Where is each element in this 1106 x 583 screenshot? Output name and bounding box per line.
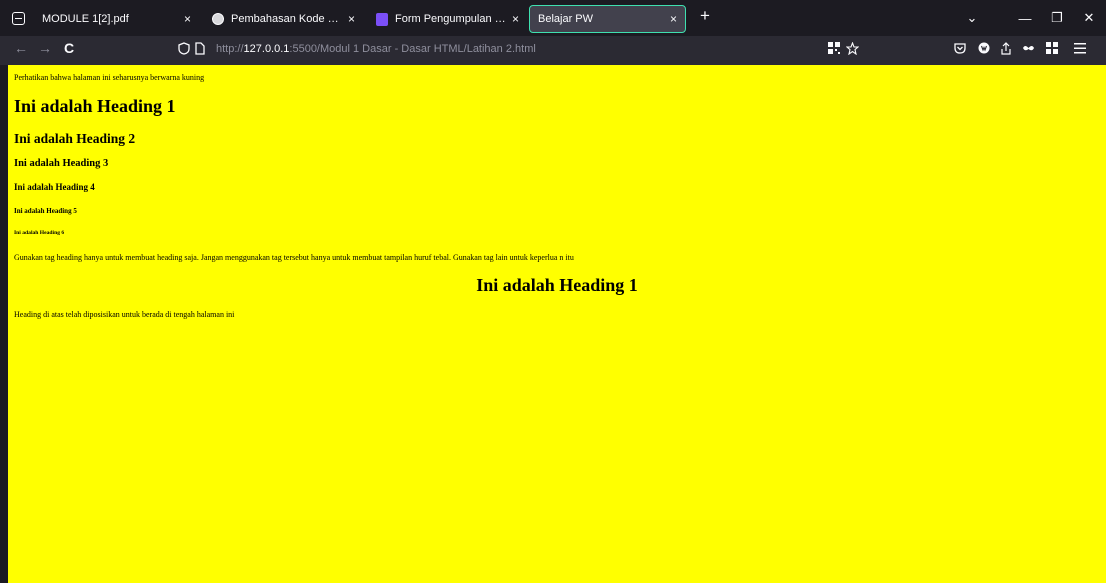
tab-form-pengumpulan[interactable]: Form Pengumpulan Modul 1 P... × — [367, 5, 527, 33]
close-tab-icon[interactable]: × — [512, 12, 519, 26]
url-host: 127.0.0.1 — [243, 43, 290, 55]
note-text: Gunakan tag heading hanya untuk membuat … — [14, 253, 574, 262]
close-tab-icon[interactable]: × — [348, 12, 355, 26]
back-button[interactable]: ← — [14, 40, 28, 56]
share-icon[interactable] — [1000, 42, 1012, 58]
tab-label: Belajar PW — [538, 13, 594, 25]
tab-bar: MODULE 1[2].pdf × Pembahasan Kode HTML ×… — [0, 0, 1106, 36]
minimize-button[interactable]: — — [1010, 0, 1040, 36]
footer-note-text: Heading di atas telah diposisikan untuk … — [14, 310, 235, 319]
restore-button[interactable]: ❐ — [1042, 0, 1072, 36]
url-bar[interactable]: http://127.0.0.1:5500/Modul 1 Dasar - Da… — [216, 43, 536, 55]
page-content: Perhatikan bahwa halaman ini seharusnya … — [8, 65, 1106, 583]
tab-module-pdf[interactable]: MODULE 1[2].pdf × — [34, 5, 199, 33]
extension-icon[interactable] — [978, 42, 990, 57]
heading-4: Ini adalah Heading 4 — [14, 182, 95, 192]
form-icon — [375, 12, 389, 26]
mask-icon[interactable] — [1022, 42, 1035, 57]
reload-button[interactable]: C — [64, 40, 74, 56]
close-tab-icon[interactable]: × — [670, 12, 677, 26]
bookmark-star-icon[interactable] — [845, 41, 860, 58]
page-icon[interactable] — [195, 42, 205, 58]
forward-button[interactable]: → — [38, 40, 52, 56]
heading-5: Ini adalah Heading 5 — [14, 207, 77, 215]
heading-3: Ini adalah Heading 3 — [14, 158, 109, 169]
intro-text: Perhatikan bahwa halaman ini seharusnya … — [14, 73, 205, 82]
tab-label: MODULE 1[2].pdf — [42, 13, 129, 25]
centered-heading-1: Ini adalah Heading 1 — [476, 275, 638, 295]
globe-icon — [211, 12, 225, 26]
pocket-icon[interactable] — [954, 42, 966, 57]
firefox-view-icon[interactable] — [8, 0, 28, 36]
close-tab-icon[interactable]: × — [184, 12, 191, 26]
heading-1: Ini adalah Heading 1 — [14, 96, 176, 116]
heading-6: Ini adalah Heading 6 — [14, 230, 65, 236]
tab-pembahasan[interactable]: Pembahasan Kode HTML × — [203, 5, 363, 33]
tab-label: Pembahasan Kode HTML — [231, 13, 342, 25]
close-window-button[interactable]: ✕ — [1074, 0, 1104, 36]
tab-label: Form Pengumpulan Modul 1 P... — [395, 13, 506, 25]
list-all-tabs-icon[interactable]: ⌄ — [960, 0, 984, 36]
tab-belajar-pw[interactable]: Belajar PW × — [529, 5, 686, 33]
shield-icon[interactable] — [178, 42, 190, 58]
browser-window: MODULE 1[2].pdf × Pembahasan Kode HTML ×… — [0, 0, 1106, 583]
extensions-grid-icon[interactable] — [1046, 42, 1058, 57]
new-tab-button[interactable]: + — [700, 6, 710, 26]
qr-code-icon[interactable] — [828, 42, 840, 57]
url-path: :5500/Modul 1 Dasar - Dasar HTML/Latihan… — [289, 43, 536, 55]
url-prefix: http:// — [216, 43, 244, 55]
hamburger-menu-icon[interactable] — [1074, 42, 1086, 57]
navigation-bar: ← → C http://127.0.0.1:5500/Modul 1 Dasa… — [0, 36, 1106, 65]
heading-2: Ini adalah Heading 2 — [14, 131, 136, 146]
